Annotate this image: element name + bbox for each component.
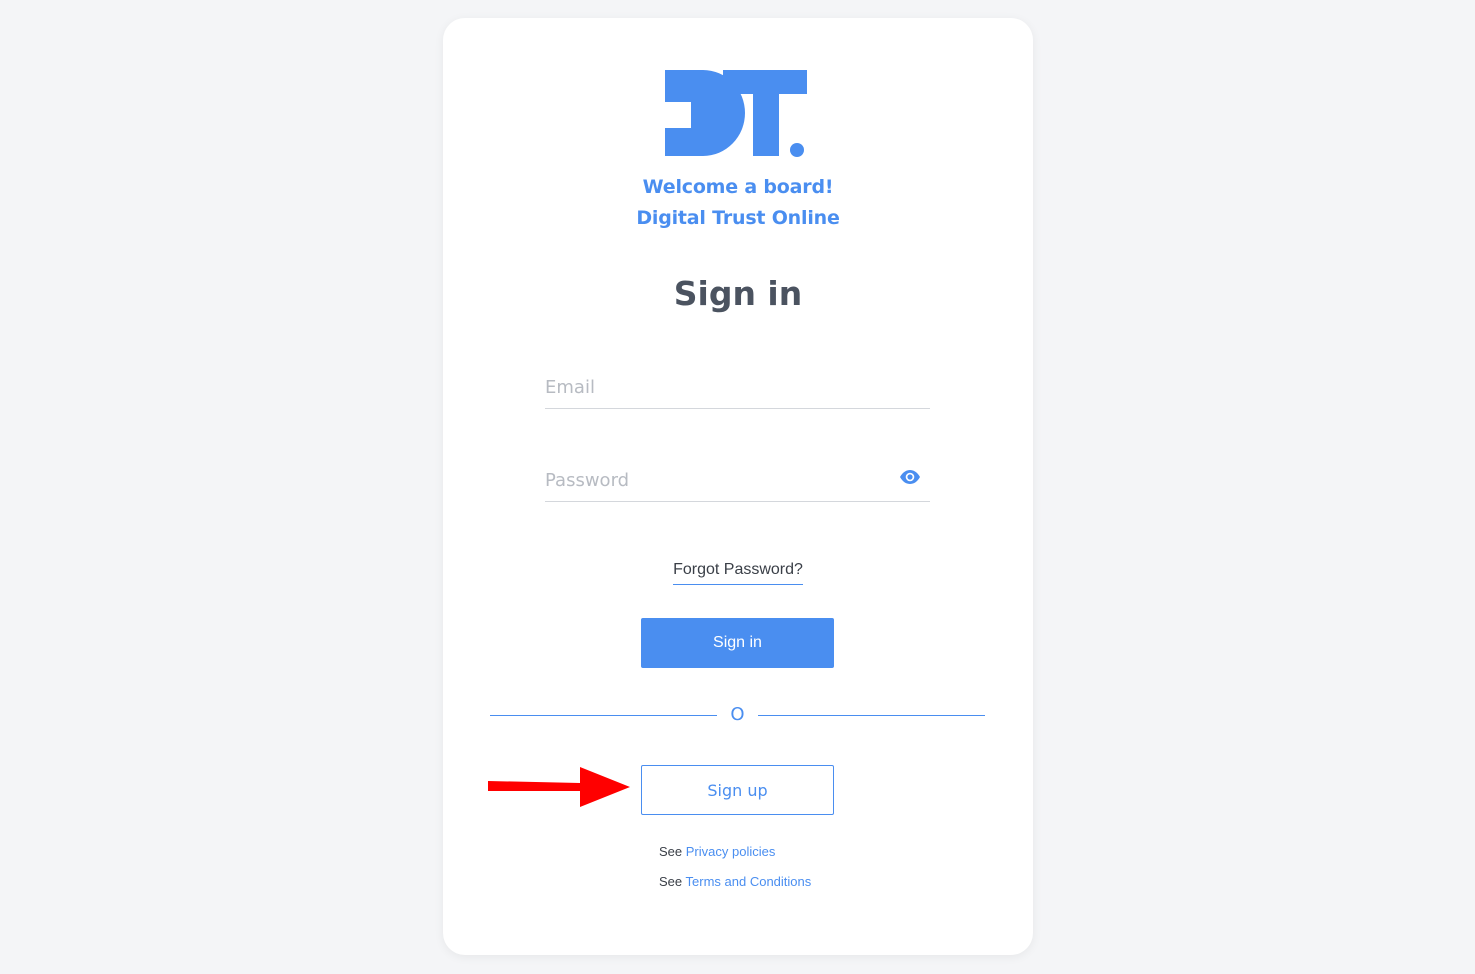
page-title: Sign in [673,274,803,313]
divider-line-right [758,715,985,716]
forgot-password-link[interactable]: Forgot Password? [673,561,803,585]
divider-text: O [730,704,745,725]
forgot-password-wrapper: Forgot Password? [443,559,1033,585]
welcome-heading: Welcome a board! [642,176,834,198]
login-card: Welcome a board! Digital Trust Online Si… [443,18,1033,955]
privacy-policies-link[interactable]: Privacy policies [686,844,776,859]
terms-line: See Terms and Conditions [659,874,811,889]
brand-name: Digital Trust Online [636,207,840,229]
red-arrow-annotation [488,767,630,807]
eye-icon[interactable] [899,469,921,485]
email-field-wrapper [545,368,930,409]
dt-logo [665,70,807,157]
email-field[interactable] [545,368,885,406]
see-label: See [659,844,683,859]
divider-line-left [490,715,717,716]
privacy-line: See Privacy policies [659,844,775,859]
password-field[interactable] [545,461,885,499]
password-field-wrapper [545,461,930,502]
sign-up-button[interactable]: Sign up [641,765,834,815]
sign-in-button[interactable]: Sign in [641,618,834,668]
see-label: See [659,874,683,889]
terms-and-conditions-link[interactable]: Terms and Conditions [686,874,812,889]
